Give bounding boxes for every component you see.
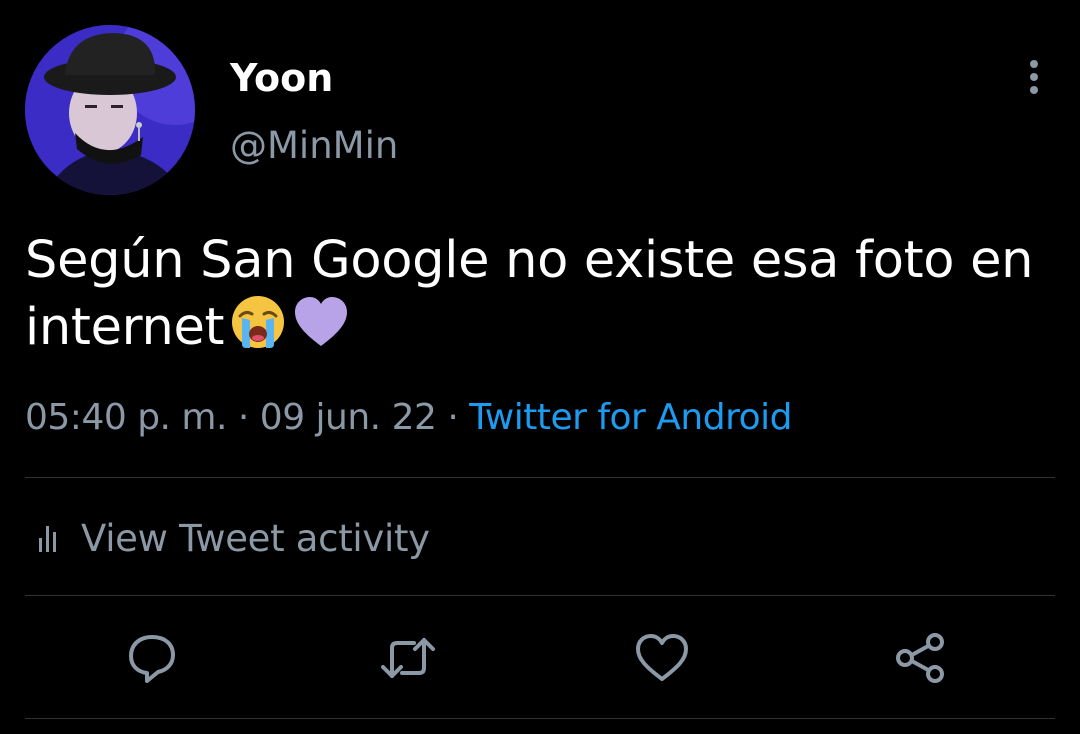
meta-separator: · (436, 397, 470, 438)
loudly-crying-face-icon (230, 294, 286, 367)
more-dot (1030, 60, 1038, 68)
author-handle[interactable]: @MinMin (230, 124, 398, 168)
tweet-meta: 05:40 p. m. · 09 jun. 22 · Twitter for A… (25, 394, 792, 442)
retweet-button[interactable] (378, 628, 438, 688)
tweet-text: Según San Google no existe esa foto en i… (25, 228, 1055, 367)
reply-button[interactable] (122, 628, 182, 688)
retweet-icon (378, 638, 438, 692)
tweet-time: 05:40 p. m. (25, 397, 227, 438)
like-button[interactable] (632, 628, 692, 688)
share-button[interactable] (890, 628, 950, 688)
tweet-text-word: internet (25, 298, 225, 357)
divider (25, 595, 1055, 596)
reply-icon (122, 635, 182, 692)
share-icon (890, 633, 950, 692)
tweet-source-link[interactable]: Twitter for Android (469, 397, 792, 438)
more-options-button[interactable] (1014, 56, 1054, 96)
author-display-name[interactable]: Yoon (230, 56, 333, 100)
bar-chart-icon (25, 516, 65, 560)
tweet-text-line: internet (25, 294, 1055, 367)
heart-icon (632, 634, 692, 692)
tweet-text-line: Según San Google no existe esa foto en (25, 231, 1034, 290)
view-tweet-activity-label: View Tweet activity (81, 516, 430, 560)
more-dot (1030, 73, 1038, 81)
purple-heart-icon (292, 294, 350, 367)
more-dot (1030, 86, 1038, 94)
avatar[interactable] (25, 25, 195, 195)
meta-separator: · (226, 397, 260, 438)
divider (25, 477, 1055, 478)
tweet-date: 09 jun. 22 (259, 397, 437, 438)
divider (25, 718, 1055, 719)
view-tweet-activity-button[interactable]: View Tweet activity (25, 513, 430, 563)
